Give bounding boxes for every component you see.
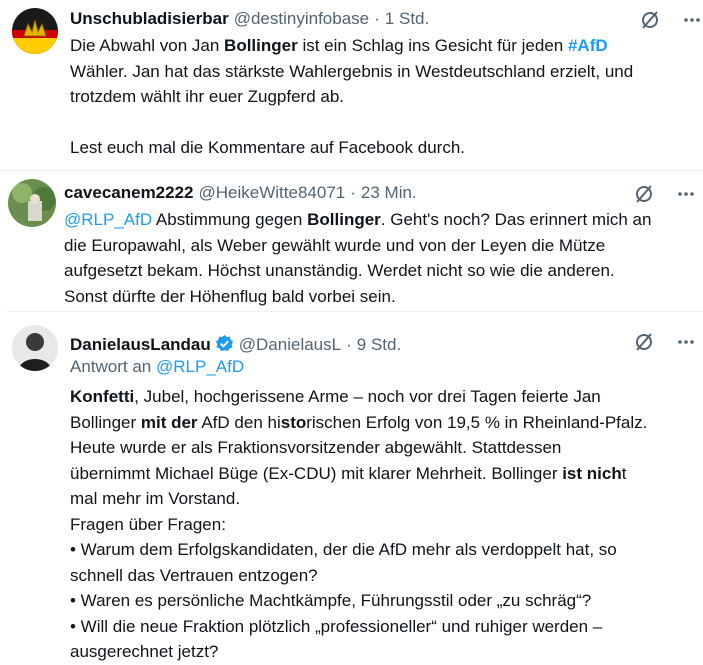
separator: · — [346, 335, 352, 354]
tweet-text: @RLP_AfD Abstimmung gegen Bollinger. Geh… — [64, 207, 694, 309]
text-run: ist ein Schlag ins Gesicht für jeden — [297, 36, 568, 55]
author-handle[interactable]: @HeikeWitte84071 — [199, 183, 346, 203]
text-line: Fragen über Fragen: — [70, 514, 226, 534]
text-line: Heute wurde er als Fraktionsvorsitzender… — [70, 438, 562, 457]
more-icon[interactable] — [675, 331, 697, 353]
reply-context: Antwort an @RLP_AfD — [70, 357, 244, 377]
text-line: Sonst dürfte der Höhenflug bald vorbei s… — [64, 286, 396, 306]
text-line: • Warum dem Erfolgskandidaten, der die A… — [70, 540, 617, 559]
text-line: schnell das Vertrauen entzogen? — [70, 565, 318, 585]
text-run: Bollinger — [70, 412, 141, 432]
timestamp[interactable]: 9 Std. — [357, 335, 401, 355]
tweet-destinyinfobase[interactable]: Unschubladisierbar @destinyinfobase · 1 … — [0, 0, 703, 170]
avatar[interactable] — [8, 179, 56, 227]
timestamp[interactable]: 1 Std. — [385, 9, 429, 29]
separator: · — [374, 9, 380, 28]
mention-link[interactable]: @RLP_AfD — [64, 210, 152, 229]
bold-text: sto — [280, 412, 307, 432]
tweet-text: Die Abwahl von Jan Bollinger ist ein Sch… — [70, 33, 690, 161]
text-line: die Europawahl, als Weber gewählt wurde … — [64, 235, 606, 255]
bold-text: Bollinger — [307, 210, 381, 229]
separator: · — [350, 183, 356, 202]
timestamp[interactable]: 23 Min. — [361, 183, 417, 203]
text-line: Wähler. Jan hat das stärkste Wahlergebni… — [70, 61, 634, 81]
author-name[interactable]: Unschubladisierbar — [70, 9, 229, 29]
avatar[interactable] — [12, 325, 58, 371]
bold-text: mit der — [140, 412, 198, 432]
bold-text: Bollinger — [224, 36, 298, 55]
reply-prefix: Antwort an — [70, 357, 156, 376]
text-line: ausgerechnet jetzt? — [70, 642, 219, 661]
text-line: Lest euch mal die Kommentare auf Faceboo… — [70, 138, 465, 157]
text-line: trotzdem wählt ihr euer Zugpferd ab. — [70, 87, 345, 106]
text-line: aufgesetzt bekam. Höchst unanständig. We… — [64, 261, 615, 280]
text-run: AfD den hi — [197, 412, 281, 432]
text-run: übernimmt Michael Büge (Ex-CDU) mit klar… — [70, 463, 563, 483]
avatar[interactable] — [12, 8, 58, 54]
text-run: , Jubel, hochgerissene Arme – noch vor d… — [134, 387, 601, 406]
author-handle[interactable]: @DanielausL — [239, 335, 341, 355]
author-name[interactable]: cavecanem2222 — [64, 183, 194, 203]
bold-text: Konfetti — [70, 387, 135, 406]
tweet-text: Konfetti, Jubel, hochgerissene Arme – no… — [70, 384, 700, 665]
text-run: t — [621, 463, 627, 483]
more-icon[interactable] — [681, 9, 703, 31]
more-icon[interactable] — [675, 183, 697, 205]
author-handle[interactable]: @destinyinfobase — [234, 9, 369, 29]
reply-mention-link[interactable]: @RLP_AfD — [156, 357, 244, 376]
tweet-heikewitte[interactable]: cavecanem2222 @HeikeWitte84071 · 23 Min.… — [0, 170, 703, 311]
text-line: mal mehr im Vorstand. — [70, 489, 241, 508]
bold-text: ist nich — [562, 463, 622, 483]
grok-icon[interactable] — [633, 331, 655, 353]
grok-icon[interactable] — [639, 9, 661, 31]
author-name[interactable]: DanielausLandau — [70, 335, 211, 355]
hashtag-link[interactable]: #AfD — [568, 36, 608, 55]
text-run: . Geht's noch? Das erinnert mich an — [380, 210, 652, 229]
text-line: • Waren es persönliche Machtkämpfe, Führ… — [70, 591, 592, 610]
grok-icon[interactable] — [633, 183, 655, 205]
text-run: Abstimmung gegen — [152, 210, 308, 229]
text-run: rischen Erfolg von 19,5 % in Rheinland-P… — [306, 412, 648, 432]
verified-badge-icon — [215, 334, 234, 353]
text-line: • Will die neue Fraktion plötzlich „prof… — [70, 616, 603, 636]
text-run: Die Abwahl von Jan — [70, 36, 225, 55]
tweet-danielauslandau[interactable]: DanielausLandau @DanielausL · 9 Std. Ant… — [6, 311, 703, 661]
